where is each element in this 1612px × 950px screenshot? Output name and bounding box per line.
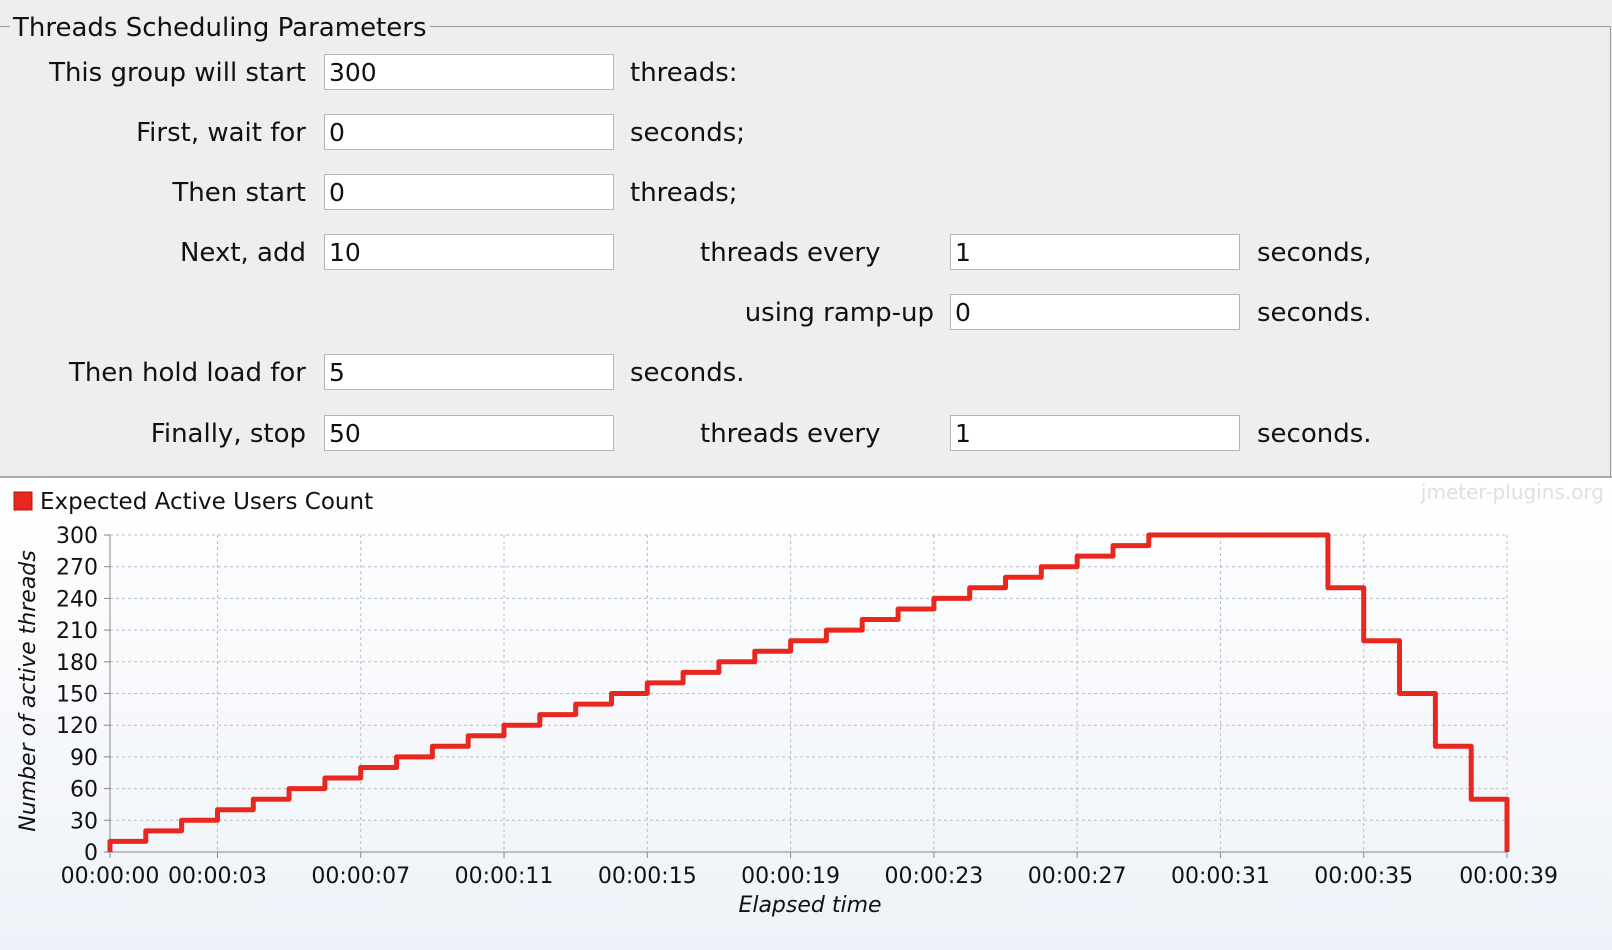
next-add-label: Next, add	[179, 238, 306, 268]
y-tick-label: 90	[70, 746, 98, 771]
stop-threads-suffix: seconds.	[1257, 419, 1372, 449]
next-add-input[interactable]	[324, 234, 614, 270]
start-threads-suffix: threads:	[630, 58, 738, 88]
x-tick-label: 00:00:27	[1028, 864, 1127, 889]
chart-ticks: 0 30 60 90 120 150 180 210 240 270 300 00:00:00 00:0…	[56, 524, 1558, 889]
next-add-interval-label: threads every	[700, 238, 881, 268]
start-threads-input[interactable]	[324, 54, 614, 90]
then-start-suffix: threads;	[630, 178, 738, 208]
initial-delay-input[interactable]	[324, 114, 614, 150]
x-tick-label: 00:00:23	[884, 864, 983, 889]
initial-delay-suffix: seconds;	[630, 118, 746, 148]
panel-border-top	[396, 26, 1611, 27]
next-add-suffix: seconds,	[1257, 238, 1372, 268]
x-tick-label: 00:00:31	[1171, 864, 1270, 889]
y-tick-label: 270	[56, 556, 98, 581]
y-tick-label: 150	[56, 683, 98, 708]
y-tick-label: 210	[56, 619, 98, 644]
active-threads-chart: jmeter-plugins.org Expected Active Users…	[0, 478, 1612, 950]
stop-interval-label: threads every	[700, 419, 881, 449]
x-tick-label: 00:00:03	[168, 864, 267, 889]
x-tick-label: 00:00:11	[455, 864, 554, 889]
panel-title: Threads Scheduling Parameters	[10, 12, 430, 44]
y-tick-label: 30	[70, 809, 98, 834]
initial-delay-label: First, wait for	[136, 118, 306, 148]
hold-load-input[interactable]	[324, 354, 614, 390]
chart-canvas: Expected Active Users Count 0 30 60 90 120 15…	[13, 489, 1558, 918]
y-tick-label: 0	[84, 841, 98, 866]
panel-border-left-stub	[0, 26, 10, 27]
thread-scheduling-panel: Threads Scheduling Parameters This group…	[0, 0, 1612, 476]
x-tick-label: 00:00:15	[598, 864, 697, 889]
start-threads-label: This group will start	[49, 58, 306, 88]
panel-border-right	[1610, 26, 1611, 476]
rampup-suffix: seconds.	[1257, 298, 1372, 328]
y-tick-label: 300	[56, 524, 98, 549]
x-tick-label: 00:00:39	[1459, 864, 1558, 889]
legend-swatch	[13, 491, 33, 511]
y-axis-title: Number of active threads	[16, 550, 41, 832]
y-tick-label: 180	[56, 651, 98, 676]
chart-grid	[110, 534, 1508, 852]
stop-threads-label: Finally, stop	[150, 419, 306, 449]
hold-load-label: Then hold load for	[68, 358, 306, 388]
legend-label: Expected Active Users Count	[40, 489, 373, 515]
hold-load-suffix: seconds.	[630, 358, 745, 388]
x-tick-label: 00:00:35	[1314, 864, 1413, 889]
y-tick-label: 60	[70, 778, 98, 803]
then-start-input[interactable]	[324, 174, 614, 210]
rampup-label: using ramp-up	[744, 298, 934, 328]
x-tick-label: 00:00:19	[741, 864, 840, 889]
then-start-label: Then start	[172, 178, 306, 208]
stop-interval-input[interactable]	[950, 415, 1240, 451]
next-add-interval-input[interactable]	[950, 234, 1240, 270]
x-tick-label: 00:00:07	[311, 864, 410, 889]
rampup-input[interactable]	[950, 294, 1240, 330]
y-tick-label: 240	[56, 587, 98, 612]
stop-threads-input[interactable]	[324, 415, 614, 451]
x-tick-label: 00:00:00	[61, 864, 160, 889]
y-tick-label: 120	[56, 714, 98, 739]
x-axis-title: Elapsed time	[738, 893, 881, 918]
